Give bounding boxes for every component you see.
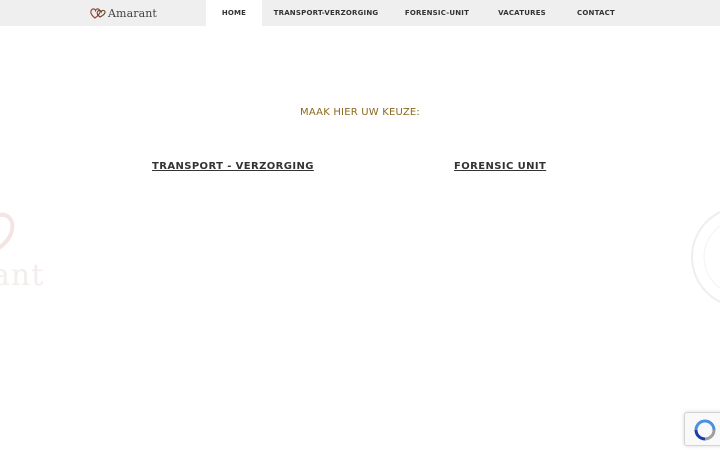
nav-item-home[interactable]: HOME <box>206 0 262 26</box>
brand-logo[interactable]: Amarant <box>90 5 157 21</box>
main-nav: HOME TRANSPORT-VERZORGING FORENSIC-UNIT … <box>206 0 632 26</box>
watermark-seal-icon <box>690 205 720 319</box>
watermark-heart-icon <box>0 208 20 260</box>
nav-item-forensic-unit[interactable]: FORENSIC-UNIT <box>390 0 484 26</box>
top-navigation-bar: Amarant HOME TRANSPORT-VERZORGING FORENS… <box>0 0 720 26</box>
recaptcha-badge[interactable] <box>684 412 720 446</box>
nav-item-transport-verzorging[interactable]: TRANSPORT-VERZORGING <box>262 0 390 26</box>
brand-name: Amarant <box>108 6 157 20</box>
transport-verzorging-link[interactable]: TRANSPORT - VERZORGING <box>152 161 314 172</box>
choice-prompt: MAAK HIER UW KEUZE: <box>300 107 420 118</box>
forensic-unit-link[interactable]: FORENSIC UNIT <box>454 161 546 172</box>
watermark-text: ant <box>0 258 45 293</box>
nav-item-vacatures[interactable]: VACATURES <box>484 0 560 26</box>
nav-item-contact[interactable]: CONTACT <box>560 0 632 26</box>
hearts-logo-icon <box>90 7 106 19</box>
recaptcha-icon <box>694 419 716 441</box>
